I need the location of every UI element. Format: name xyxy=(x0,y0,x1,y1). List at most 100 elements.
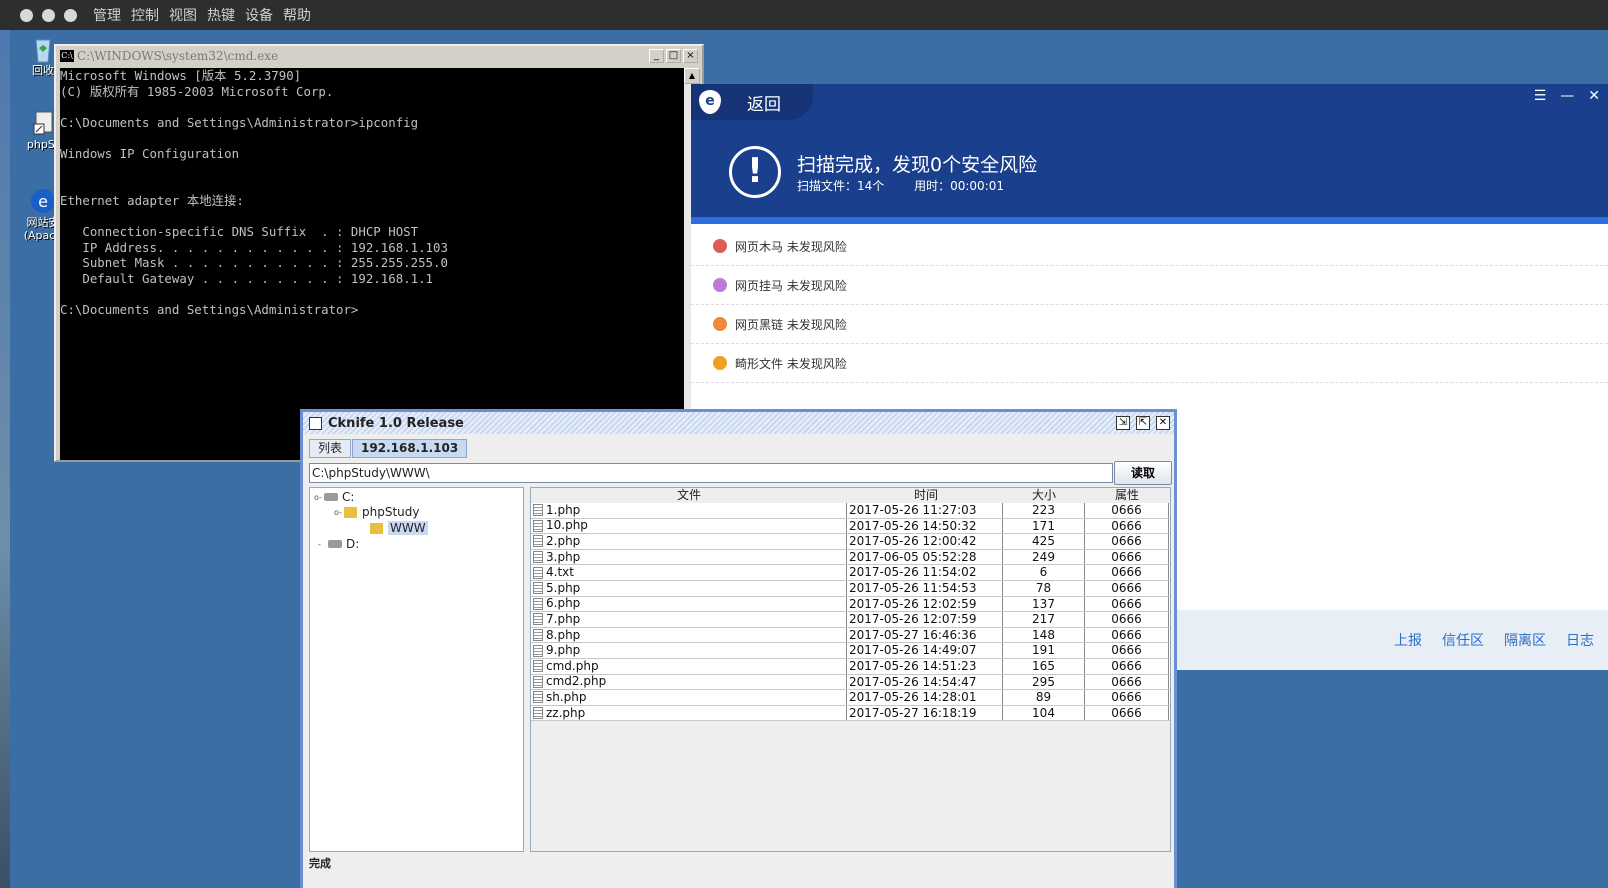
table-row[interactable]: cmd2.php 2017-05-26 14:54:47 295 0666 xyxy=(531,674,1170,691)
cell-time: 2017-05-26 14:51:23 xyxy=(847,658,1003,674)
expand-icon[interactable]: o- xyxy=(314,493,324,502)
col-size[interactable]: 大小 xyxy=(1003,488,1085,503)
tab-list[interactable]: 列表 xyxy=(309,439,352,458)
result-row: 网页木马 未发现风险 xyxy=(691,227,1608,266)
table-row[interactable]: 9.php 2017-05-26 14:49:07 191 0666 xyxy=(531,643,1170,659)
maximize-icon[interactable]: ⇱ xyxy=(1136,416,1150,430)
report-link[interactable]: 上报 xyxy=(1394,630,1422,650)
cell-time: 2017-05-26 14:50:32 xyxy=(847,518,1003,534)
table-body: 1.php 2017-05-26 11:27:03 223 0666 10.php 201… xyxy=(531,503,1170,722)
tree-label: WWW xyxy=(388,521,428,535)
cell-attr: 0666 xyxy=(1085,612,1169,627)
table-row[interactable]: 1.php 2017-05-26 11:27:03 223 0666 xyxy=(531,503,1170,519)
col-attr[interactable]: 属性 xyxy=(1085,488,1169,503)
back-button[interactable]: 返回 xyxy=(747,90,781,115)
file-table: 文件 时间 大小 属性 1.php 2017-05-26 11:27:03 223 0… xyxy=(530,487,1171,852)
file-name: cmd.php xyxy=(546,658,599,673)
back-tab[interactable]: e 返回 xyxy=(691,84,813,120)
file-name: 8.php xyxy=(546,627,581,642)
log-link[interactable]: 日志 xyxy=(1566,630,1594,650)
table-row[interactable]: zz.php 2017-05-27 16:18:19 104 0666 xyxy=(531,705,1170,722)
table-row[interactable]: 6.php 2017-05-26 12:02:59 137 0666 xyxy=(531,596,1170,613)
close-icon[interactable]: ✕ xyxy=(1588,88,1600,104)
close-icon[interactable]: ✕ xyxy=(1156,416,1170,430)
files-scanned: 扫描文件：14个 xyxy=(797,179,885,193)
file-icon xyxy=(533,535,543,548)
file-icon xyxy=(533,675,543,688)
window-menu-icon[interactable] xyxy=(309,416,322,430)
screen: 管理 控制 视图 热键 设备 帮助 回收 phpSt e 网站安 (Apach … xyxy=(0,0,1608,888)
trust-zone-link[interactable]: 信任区 xyxy=(1442,630,1484,650)
minimize-icon[interactable]: _ xyxy=(649,49,664,63)
cell-time: 2017-05-26 11:54:02 xyxy=(847,565,1003,580)
cell-file: zz.php xyxy=(531,705,847,721)
cell-attr: 0666 xyxy=(1085,643,1169,658)
table-row[interactable]: 2.php 2017-05-26 12:00:42 425 0666 xyxy=(531,534,1170,550)
col-file[interactable]: 文件 xyxy=(531,488,847,503)
close-icon[interactable]: × xyxy=(683,49,698,63)
table-row[interactable]: 4.txt 2017-05-26 11:54:02 6 0666 xyxy=(531,565,1170,581)
path-input[interactable]: C:\phpStudy\WWW\ xyxy=(309,463,1113,483)
blacklink-icon xyxy=(713,317,727,331)
result-row: 畸形文件 未发现风险 xyxy=(691,344,1608,383)
col-time[interactable]: 时间 xyxy=(847,488,1003,503)
menu-hotkey[interactable]: 热键 xyxy=(207,5,235,25)
malformed-file-icon xyxy=(713,356,727,370)
close-dot-icon[interactable] xyxy=(20,8,33,22)
restore-icon[interactable]: ⇲ xyxy=(1116,416,1130,430)
cmd-console[interactable]: Microsoft Windows [版本 5.2.3790] (C) 版权所有… xyxy=(60,68,685,460)
tab-host[interactable]: 192.168.1.103 xyxy=(352,439,468,458)
cell-file: cmd2.php xyxy=(531,674,847,690)
cell-size: 137 xyxy=(1003,596,1085,612)
cknife-titlebar[interactable]: Cknife 1.0 Release xyxy=(303,412,1174,434)
table-row[interactable]: 10.php 2017-05-26 14:50:32 171 0666 xyxy=(531,518,1170,535)
table-row[interactable]: 3.php 2017-06-05 05:52:28 249 0666 xyxy=(531,549,1170,566)
maximize-icon[interactable]: □ xyxy=(666,49,681,63)
scroll-up-icon[interactable]: ▲ xyxy=(684,68,700,84)
cmd-window: C:\ C:\WINDOWS\system32\cmd.exe _ □ × Mi… xyxy=(54,44,704,462)
read-button[interactable]: 读取 xyxy=(1114,461,1172,485)
tree-node-c[interactable]: o- C: xyxy=(314,489,354,505)
tree-node-d[interactable]: - D: xyxy=(318,536,359,552)
cmd-title: C:\WINDOWS\system32\cmd.exe xyxy=(77,49,279,63)
cell-attr: 0666 xyxy=(1085,690,1169,705)
cell-file: 5.php xyxy=(531,580,847,596)
quarantine-link[interactable]: 隔离区 xyxy=(1504,630,1546,650)
cell-time: 2017-05-26 12:07:59 xyxy=(847,612,1003,627)
menu-device[interactable]: 设备 xyxy=(245,5,273,25)
expand-icon[interactable]: o- xyxy=(334,508,344,517)
tree-node-www[interactable]: WWW xyxy=(370,520,428,536)
table-row[interactable]: 8.php 2017-05-27 16:46:36 148 0666 xyxy=(531,627,1170,644)
table-row[interactable]: sh.php 2017-05-26 14:28:01 89 0666 xyxy=(531,690,1170,706)
table-row[interactable]: cmd.php 2017-05-26 14:51:23 165 0666 xyxy=(531,658,1170,675)
minimize-dot-icon[interactable] xyxy=(42,8,55,22)
cell-file: 8.php xyxy=(531,627,847,643)
cell-size: 295 xyxy=(1003,674,1085,690)
cell-size: 425 xyxy=(1003,534,1085,549)
file-icon xyxy=(533,566,543,579)
cell-attr: 0666 xyxy=(1085,627,1169,643)
file-name: 7.php xyxy=(546,612,581,626)
menu-control[interactable]: 控制 xyxy=(131,5,159,25)
table-row[interactable]: 5.php 2017-05-26 11:54:53 78 0666 xyxy=(531,580,1170,597)
minimize-icon[interactable]: — xyxy=(1560,88,1574,104)
cell-time: 2017-05-26 14:49:07 xyxy=(847,643,1003,658)
file-icon xyxy=(533,613,543,626)
tree-node-phpstudy[interactable]: o-phpStudy xyxy=(334,504,420,520)
cmd-titlebar[interactable]: C:\ C:\WINDOWS\system32\cmd.exe xyxy=(56,46,702,66)
menu-view[interactable]: 视图 xyxy=(169,5,197,25)
file-icon xyxy=(533,597,543,610)
cmd-app-icon: C:\ xyxy=(60,50,74,62)
menu-manage[interactable]: 管理 xyxy=(93,5,121,25)
cell-attr: 0666 xyxy=(1085,503,1169,518)
menu-help[interactable]: 帮助 xyxy=(283,5,311,25)
cell-attr: 0666 xyxy=(1085,658,1169,674)
zoom-dot-icon[interactable] xyxy=(64,8,77,22)
menu-bar: 管理 控制 视图 热键 设备 帮助 xyxy=(93,5,321,25)
cell-time: 2017-05-26 14:28:01 xyxy=(847,690,1003,705)
table-row[interactable]: 7.php 2017-05-26 12:07:59 217 0666 xyxy=(531,612,1170,628)
cell-time: 2017-05-26 14:54:47 xyxy=(847,674,1003,690)
cell-attr: 0666 xyxy=(1085,674,1169,690)
cell-file: 6.php xyxy=(531,596,847,612)
menu-icon[interactable]: ☰ xyxy=(1534,88,1547,104)
